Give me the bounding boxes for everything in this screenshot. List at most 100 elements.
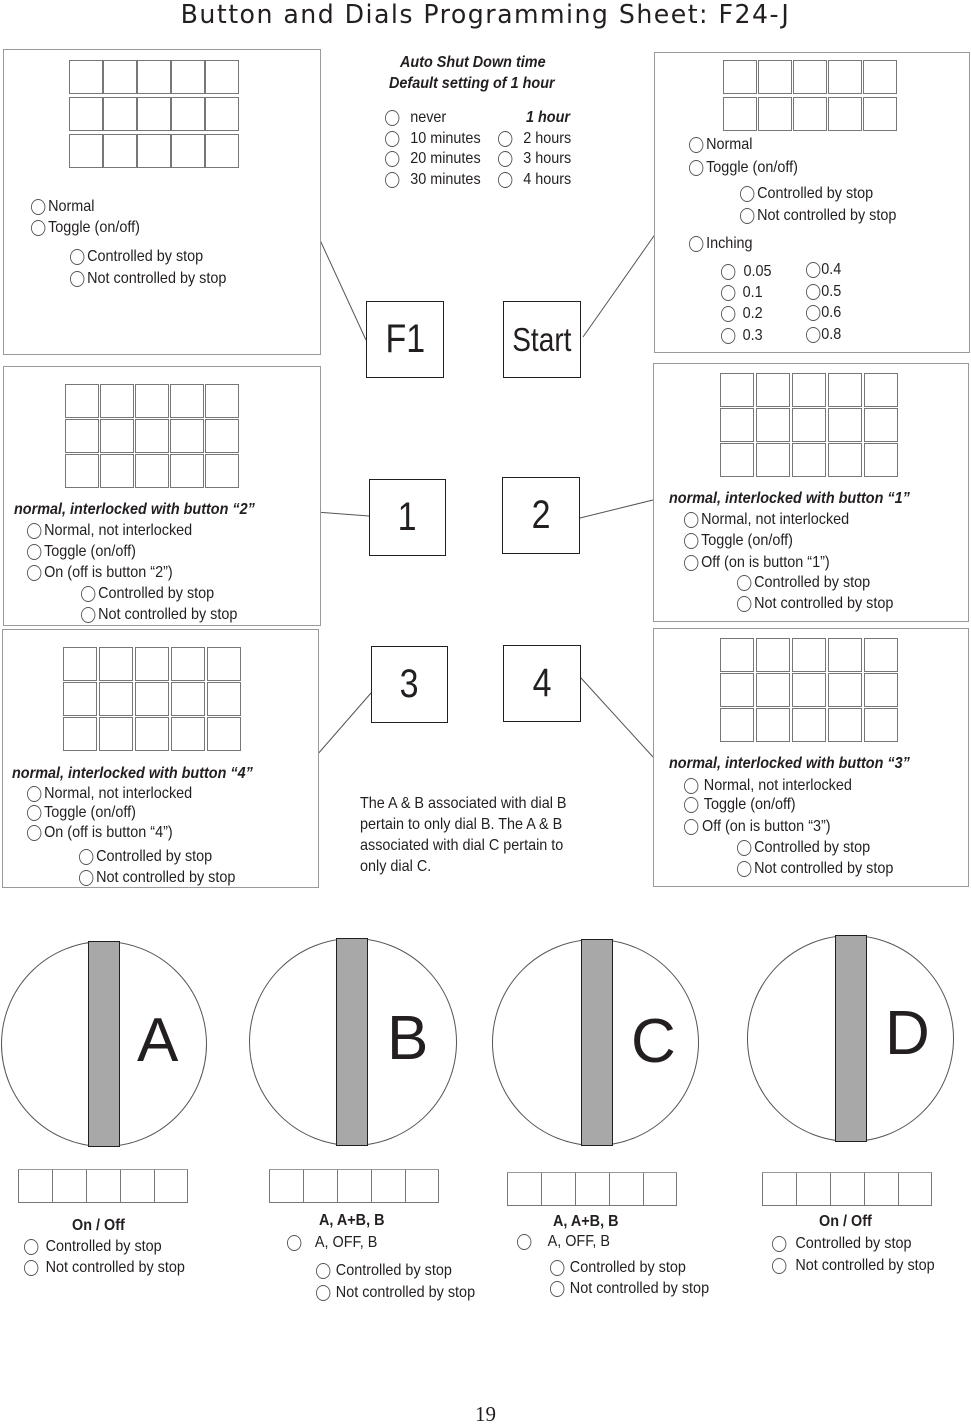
dial-c[interactable]: C: [492, 939, 699, 1146]
b3-option-toggle[interactable]: Toggle (on/off): [27, 804, 136, 822]
code-grid-f1[interactable]: [68, 59, 239, 171]
button-4[interactable]: 4: [503, 645, 581, 722]
radio-button[interactable]: [684, 819, 699, 835]
radio-button[interactable]: [27, 523, 42, 539]
radio-button[interactable]: [806, 262, 821, 278]
f1-option-normal[interactable]: Normal: [31, 198, 95, 216]
shutdown-option-2hours[interactable]: 2 hours: [498, 130, 571, 148]
radio-button[interactable]: [70, 271, 85, 287]
b2-option-toggle[interactable]: Toggle (on/off): [684, 532, 793, 550]
grid-cell[interactable]: [371, 1170, 405, 1203]
dial-d[interactable]: D: [747, 935, 954, 1142]
radio-button[interactable]: [24, 1239, 39, 1255]
grid-cell[interactable]: [337, 1170, 371, 1203]
radio-button[interactable]: [689, 160, 704, 176]
grid-cell[interactable]: [18, 1170, 52, 1203]
b4-option-not-controlled[interactable]: Not controlled by stop: [737, 860, 893, 878]
radio-button[interactable]: [316, 1263, 331, 1279]
dial-c-pointer[interactable]: [581, 939, 613, 1146]
b3-option-controlled[interactable]: Controlled by stop: [79, 848, 212, 866]
grid-cell[interactable]: [405, 1170, 439, 1203]
grid-cell[interactable]: [719, 672, 754, 707]
grid-cell[interactable]: [719, 407, 754, 442]
grid-cell[interactable]: [863, 637, 898, 672]
grid-cell[interactable]: [62, 681, 97, 716]
b1-option-not-controlled[interactable]: Not controlled by stop: [81, 606, 237, 624]
radio-button[interactable]: [79, 870, 94, 886]
grid-cell[interactable]: [134, 646, 169, 681]
b2-option-off[interactable]: Off (on is button “1”): [684, 554, 830, 572]
grid-cell[interactable]: [791, 707, 826, 742]
grid-cell[interactable]: [64, 453, 99, 488]
radio-button[interactable]: [31, 220, 46, 236]
b3-option-normal[interactable]: Normal, not interlocked: [27, 785, 192, 803]
grid-cell[interactable]: [134, 418, 169, 453]
grid-cell[interactable]: [170, 646, 205, 681]
dial-d-option-controlled[interactable]: Controlled by stop: [772, 1235, 911, 1253]
start-option-normal[interactable]: Normal: [689, 136, 753, 154]
grid-cell[interactable]: [206, 681, 241, 716]
inching-option-0.3[interactable]: 0.3: [721, 327, 763, 345]
dial-d-option-not-controlled[interactable]: Not controlled by stop: [772, 1257, 935, 1275]
grid-cell[interactable]: [98, 681, 133, 716]
button-f1[interactable]: F1: [366, 301, 444, 378]
radio-button[interactable]: [737, 575, 752, 591]
radio-button[interactable]: [772, 1236, 787, 1252]
grid-cell[interactable]: [269, 1170, 303, 1203]
code-grid-4[interactable]: [719, 637, 900, 743]
grid-cell[interactable]: [170, 681, 205, 716]
grid-cell[interactable]: [863, 707, 898, 742]
start-option-toggle[interactable]: Toggle (on/off): [689, 159, 798, 177]
inching-option-0.4[interactable]: 0.4: [806, 261, 841, 279]
dial-c-option-a-off-b[interactable]: A, OFF, B: [517, 1233, 610, 1251]
grid-cell[interactable]: [863, 407, 898, 442]
code-grid-start[interactable]: [722, 59, 898, 134]
button-2[interactable]: 2: [502, 477, 580, 554]
dial-b-option-controlled[interactable]: Controlled by stop: [316, 1262, 452, 1280]
inching-option-0.2[interactable]: 0.2: [721, 305, 763, 323]
radio-button[interactable]: [27, 565, 42, 581]
grid-cell[interactable]: [170, 716, 205, 751]
grid-cell[interactable]: [864, 1173, 898, 1206]
grid-cell[interactable]: [755, 672, 790, 707]
radio-button[interactable]: [721, 306, 736, 322]
dial-a[interactable]: A: [1, 941, 207, 1147]
b1-option-on[interactable]: On (off is button “2”): [27, 564, 173, 582]
inching-option-0.6[interactable]: 0.6: [806, 304, 841, 322]
grid-cell[interactable]: [134, 716, 169, 751]
grid-cell[interactable]: [204, 133, 239, 168]
radio-button[interactable]: [316, 1285, 331, 1301]
f1-option-not-controlled[interactable]: Not controlled by stop: [70, 270, 226, 288]
grid-cell[interactable]: [757, 59, 792, 94]
grid-cell[interactable]: [827, 442, 862, 477]
b1-option-controlled[interactable]: Controlled by stop: [81, 585, 214, 603]
button-start[interactable]: Start: [503, 301, 581, 378]
code-grid-2[interactable]: [719, 372, 900, 478]
grid-cell[interactable]: [898, 1173, 932, 1206]
grid-cell[interactable]: [64, 383, 99, 418]
grid-cell[interactable]: [170, 59, 205, 94]
radio-button[interactable]: [498, 172, 513, 188]
grid-cell[interactable]: [719, 707, 754, 742]
dial-c-option-not-controlled[interactable]: Not controlled by stop: [550, 1280, 709, 1298]
button-1[interactable]: 1: [369, 479, 446, 556]
radio-button[interactable]: [684, 778, 699, 794]
b2-option-controlled[interactable]: Controlled by stop: [737, 574, 870, 592]
grid-cell[interactable]: [169, 418, 204, 453]
dial-b-option-a-off-b[interactable]: A, OFF, B: [287, 1234, 377, 1252]
inching-option-0.05[interactable]: 0.05: [721, 263, 772, 281]
grid-cell[interactable]: [791, 442, 826, 477]
radio-button[interactable]: [24, 1260, 39, 1276]
grid-cell[interactable]: [99, 453, 134, 488]
grid-cell[interactable]: [827, 407, 862, 442]
grid-cell[interactable]: [154, 1170, 188, 1203]
grid-cell[interactable]: [68, 133, 103, 168]
radio-button[interactable]: [27, 786, 42, 802]
radio-button[interactable]: [81, 586, 96, 602]
radio-button[interactable]: [721, 264, 736, 280]
inching-option-0.5[interactable]: 0.5: [806, 283, 841, 301]
grid-cell[interactable]: [762, 1173, 796, 1206]
grid-cell[interactable]: [68, 96, 103, 131]
grid-cell[interactable]: [99, 418, 134, 453]
radio-button[interactable]: [27, 825, 42, 841]
